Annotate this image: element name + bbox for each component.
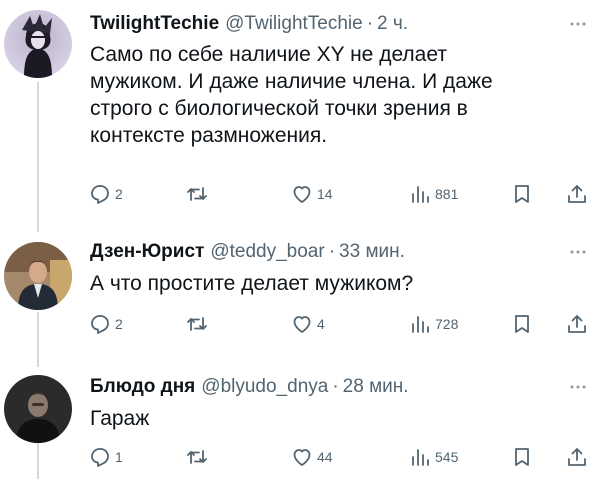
views-count: 545 — [435, 449, 459, 465]
share-button[interactable] — [565, 311, 589, 337]
man-dark-background-avatar — [4, 375, 72, 443]
heart-icon — [293, 449, 311, 466]
like-button[interactable]: 14 — [290, 181, 333, 207]
like-button[interactable]: 44 — [290, 444, 333, 470]
reply-button[interactable]: 2 — [88, 311, 123, 337]
separator-dot: · — [332, 376, 339, 397]
display-name[interactable]: Блюдо дня — [90, 376, 195, 398]
bookmark-button[interactable] — [510, 444, 534, 470]
more-options-icon[interactable] — [568, 14, 588, 34]
views-chart-icon — [412, 449, 429, 466]
action-bar: 2 4 728 — [88, 311, 588, 337]
heart-icon — [293, 186, 311, 203]
reply-count: 2 — [115, 186, 123, 202]
tweet-text-line: Гараж — [90, 407, 150, 430]
bookmark-icon — [515, 185, 529, 203]
user-handle[interactable]: @teddy_boar — [210, 241, 324, 263]
views-chart-icon — [412, 186, 429, 203]
tweet-text: Само по себе наличие XY не делает мужико… — [90, 41, 570, 149]
display-name[interactable]: TwilightTechie — [90, 13, 219, 35]
reply-icon — [91, 448, 109, 467]
views-button[interactable]: 545 — [408, 444, 458, 470]
tweet-text: Гараж — [90, 405, 570, 432]
more-options-icon[interactable] — [568, 242, 588, 262]
views-button[interactable]: 728 — [408, 311, 458, 337]
timestamp[interactable]: 33 мин. — [339, 241, 405, 263]
share-icon — [568, 315, 586, 333]
tweet-text-line: Само по себе наличие XY не делает — [90, 43, 447, 66]
views-chart-icon — [412, 316, 429, 333]
tweet-text-line: строго с биологической точки зрения в — [90, 97, 468, 120]
separator-dot: · — [366, 13, 374, 34]
avatar[interactable] — [4, 10, 72, 78]
action-bar: 1 44 545 — [88, 444, 588, 470]
tweet-header: TwilightTechie @TwilightTechie · 2 ч. — [90, 13, 566, 37]
like-button[interactable]: 4 — [290, 311, 325, 337]
like-count: 14 — [317, 186, 333, 202]
tweet-text-line: А что простите делает мужиком? — [90, 272, 414, 295]
tweet-text-line: контексте размножения. — [90, 124, 328, 147]
reply-icon — [91, 185, 109, 204]
reply-button[interactable]: 2 — [88, 181, 123, 207]
like-count: 4 — [317, 316, 325, 332]
share-button[interactable] — [565, 181, 589, 207]
timestamp[interactable]: 28 мин. — [343, 376, 409, 398]
more-options-icon[interactable] — [568, 377, 588, 397]
bookmark-button[interactable] — [510, 311, 534, 337]
share-icon — [568, 448, 586, 466]
timestamp[interactable]: 2 ч. — [377, 13, 408, 35]
avatar[interactable] — [4, 242, 72, 310]
bookmark-icon — [515, 315, 529, 333]
dark-anime-figure-avatar — [4, 10, 72, 78]
bookmark-button[interactable] — [510, 181, 534, 207]
retweet-button[interactable] — [185, 444, 209, 470]
avatar[interactable] — [4, 375, 72, 443]
tweet-3[interactable]: Блюдо дня @blyudo_dnya · 28 мин. Гараж 1… — [0, 365, 600, 479]
tweet-2[interactable]: Дзен-Юрист @teddy_boar · 33 мин. А что п… — [0, 230, 600, 365]
retweet-button[interactable] — [185, 181, 209, 207]
share-button[interactable] — [565, 444, 589, 470]
separator-dot: · — [328, 241, 336, 262]
views-count: 881 — [435, 186, 459, 202]
tweet-text-line: мужиком. И даже наличие члена. И даже — [90, 70, 493, 93]
man-in-suit-avatar — [4, 242, 72, 310]
display-name[interactable]: Дзен-Юрист — [90, 241, 204, 263]
like-count: 44 — [317, 449, 333, 465]
retweet-icon — [187, 317, 207, 331]
heart-icon — [293, 316, 311, 333]
tweet-header: Дзен-Юрист @teddy_boar · 33 мин. — [90, 241, 566, 265]
views-button[interactable]: 881 — [408, 181, 458, 207]
tweet-1[interactable]: TwilightTechie @TwilightTechie · 2 ч. Са… — [0, 0, 600, 230]
user-handle[interactable]: @blyudo_dnya — [201, 376, 328, 398]
reply-count: 2 — [115, 316, 123, 332]
retweet-button[interactable] — [185, 311, 209, 337]
reply-count: 1 — [115, 449, 123, 465]
retweet-icon — [187, 450, 207, 464]
tweet-header: Блюдо дня @blyudo_dnya · 28 мин. — [90, 376, 566, 400]
bookmark-icon — [515, 448, 529, 466]
reply-button[interactable]: 1 — [88, 444, 123, 470]
retweet-icon — [187, 187, 207, 201]
views-count: 728 — [435, 316, 459, 332]
user-handle[interactable]: @TwilightTechie — [225, 13, 363, 35]
action-bar: 2 14 881 — [88, 181, 588, 207]
tweet-text: А что простите делает мужиком? — [90, 270, 570, 297]
share-icon — [568, 185, 586, 203]
reply-icon — [91, 315, 109, 334]
